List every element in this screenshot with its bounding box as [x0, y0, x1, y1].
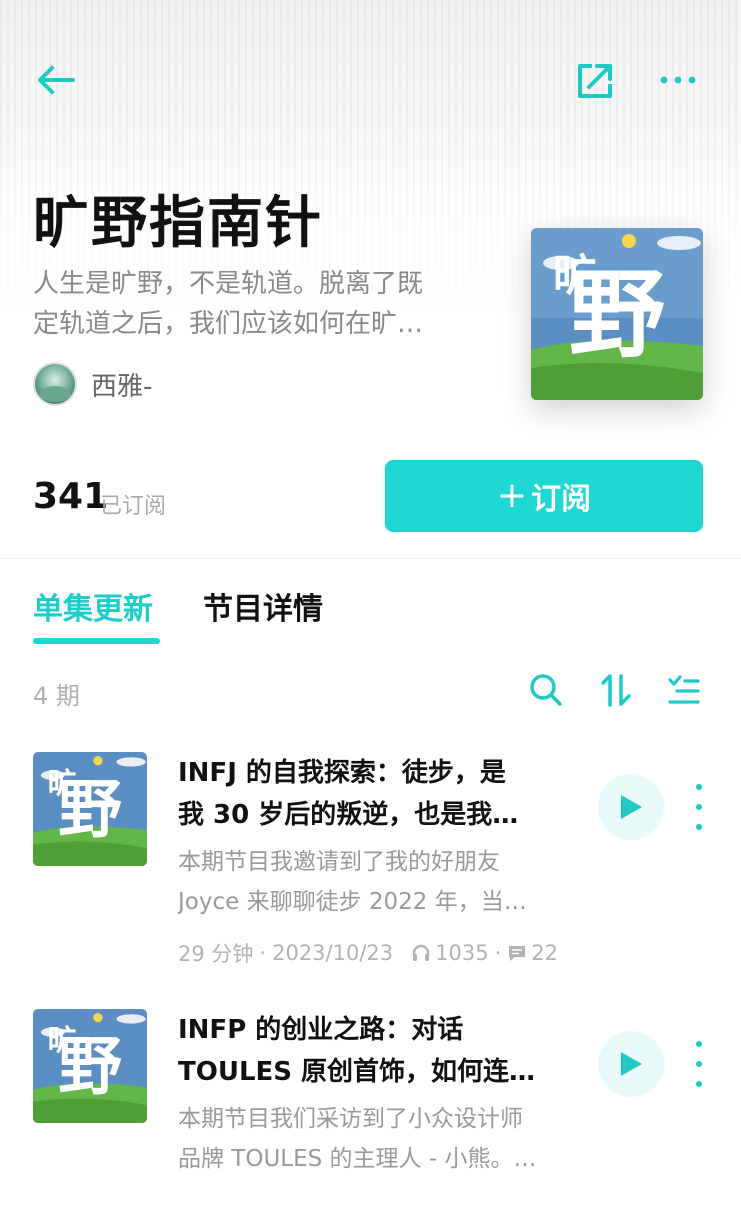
episode-desc-line: 本期节目我们采访到了小众设计师: [178, 1106, 523, 1132]
episode-description: 本期节目我邀请到了我的好朋友 Joyce 来聊聊徒步 2022 年，当…: [178, 842, 573, 922]
episode-item[interactable]: 野 旷 INFJ 的自我探索：徒步，是 我 30 岁后的叛逆，也是我… 本期节目…: [0, 752, 741, 1002]
select-list-icon: [668, 675, 700, 704]
podcast-cover: 野 旷: [531, 228, 703, 400]
play-icon: [621, 795, 642, 819]
svg-text:旷: 旷: [48, 1023, 77, 1057]
more-horizontal-icon: [660, 76, 696, 84]
subscribe-label: 订阅: [531, 482, 592, 517]
episode-title: INFP 的创业之路：对话 TOULES 原创首饰，如何连…: [178, 1009, 573, 1093]
episode-title: INFJ 的自我探索：徒步，是 我 30 岁后的叛逆，也是我…: [178, 752, 573, 836]
episode-description: 本期节目我们采访到了小众设计师 品牌 TOULES 的主理人 - 小熊。…: [178, 1099, 573, 1179]
svg-text:旷: 旷: [553, 250, 597, 301]
author-name: 西雅-: [91, 371, 153, 402]
active-tab-indicator: [33, 638, 160, 644]
play-button[interactable]: [598, 774, 664, 840]
play-icon: [621, 1052, 642, 1076]
back-button[interactable]: [30, 58, 82, 102]
episode-cover: 野 旷: [33, 1009, 147, 1123]
episode-meta: 29 分钟 · 2023/10/23 1035 · 22: [178, 938, 558, 968]
episode-title-line: INFP 的创业之路：对话: [178, 1015, 464, 1045]
avatar: [33, 362, 77, 406]
dot: [696, 1081, 702, 1087]
episode-title-line: 我 30 岁后的叛逆，也是我…: [178, 800, 519, 830]
episode-more-button[interactable]: [686, 784, 712, 830]
dot: [696, 824, 702, 830]
sort-icon: [601, 674, 631, 707]
arrow-left-icon: [38, 66, 75, 94]
comment-icon: [507, 943, 527, 963]
episode-cover: 野 旷: [33, 752, 147, 866]
dot: [696, 804, 702, 810]
more-options-button[interactable]: [652, 58, 704, 102]
episode-plays: 1035: [435, 941, 489, 965]
share-button[interactable]: [570, 56, 620, 106]
dot: [696, 1061, 702, 1067]
search-icon: [530, 674, 562, 706]
play-button[interactable]: [598, 1031, 664, 1097]
podcast-description[interactable]: 人生是旷野，不是轨道。脱离了既 定轨道之后，我们应该如何在旷…: [33, 264, 473, 344]
episode-title-line: TOULES 原创首饰，如何连…: [178, 1057, 536, 1087]
select-list-button[interactable]: [664, 670, 704, 710]
episode-duration: 29 分钟: [178, 942, 254, 966]
episode-count: 4 期: [33, 682, 80, 710]
episode-date: 2023/10/23: [272, 941, 394, 965]
description-line: 人生是旷野，不是轨道。脱离了既: [33, 269, 424, 299]
episode-desc-line: 本期节目我邀请到了我的好朋友: [178, 849, 500, 875]
search-button[interactable]: [526, 670, 566, 710]
section-divider: [0, 558, 741, 559]
episode-item[interactable]: 野 旷 INFP 的创业之路：对话 TOULES 原创首饰，如何连… 本期节目我…: [0, 1009, 741, 1207]
tab-episodes[interactable]: 单集更新: [33, 584, 153, 628]
episode-more-button[interactable]: [686, 1041, 712, 1087]
dot: [696, 1041, 702, 1047]
description-line: 定轨道之后，我们应该如何在旷…: [33, 309, 424, 339]
dot: [696, 784, 702, 790]
headphones-icon: [411, 943, 431, 963]
podcast-title: 旷野指南针: [33, 191, 323, 256]
episode-title-line: INFJ 的自我探索：徒步，是: [178, 758, 506, 788]
episode-desc-line: Joyce 来聊聊徒步 2022 年，当…: [178, 889, 527, 915]
episode-desc-line: 品牌 TOULES 的主理人 - 小熊。…: [178, 1146, 537, 1172]
author-link[interactable]: 西雅-: [33, 362, 152, 406]
svg-text:旷: 旷: [48, 766, 77, 800]
subscriber-count: 341: [33, 476, 109, 517]
subscribe-button[interactable]: + 订阅: [385, 460, 703, 532]
episode-comments: 22: [531, 941, 559, 965]
tab-details[interactable]: 节目详情: [203, 584, 323, 628]
sort-button[interactable]: [596, 670, 636, 710]
share-icon: [578, 64, 612, 98]
plus-icon: +: [496, 475, 528, 516]
subscriber-label: 已订阅: [100, 494, 167, 519]
